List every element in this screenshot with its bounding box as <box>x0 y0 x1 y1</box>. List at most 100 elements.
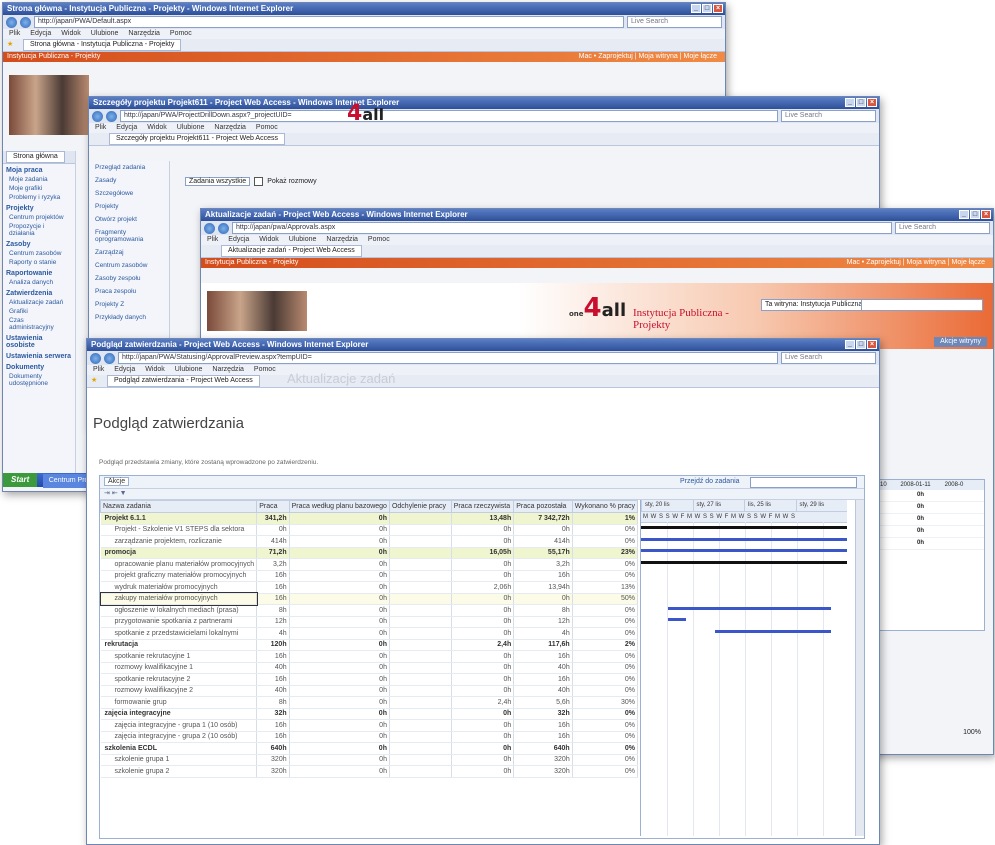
search-input[interactable]: Live Search <box>781 110 876 122</box>
sidebar-heading[interactable]: Ustawienia serwera <box>3 350 75 361</box>
value-cell[interactable]: 0h <box>451 627 515 640</box>
checkbox-show[interactable] <box>254 177 264 186</box>
gantt-bar[interactable] <box>641 560 847 564</box>
value-cell[interactable]: 0h <box>289 616 390 628</box>
gantt-bar[interactable] <box>641 549 847 552</box>
minimize-button[interactable]: _ <box>845 340 855 349</box>
window-title-bar[interactable]: Strona główna - Instytucja Publiczna - P… <box>3 3 725 15</box>
value-cell[interactable]: 0h <box>451 570 515 582</box>
nav-item[interactable]: Zasoby zespołu <box>89 272 169 285</box>
task-name-cell[interactable]: Projekt - Szkolenie V1 STEPS dla sektora <box>100 524 258 536</box>
task-name-cell[interactable]: formowanie grup <box>100 696 258 709</box>
value-cell[interactable]: 0% <box>572 742 638 755</box>
value-cell[interactable]: 55,17h <box>513 547 573 559</box>
value-cell[interactable]: 40h <box>256 685 290 697</box>
value-cell[interactable]: 50% <box>572 593 638 605</box>
table-row[interactable]: rozmowy kwalifikacyjne 2 40h 0h 0h 40h 0% <box>100 685 638 697</box>
task-name-cell[interactable]: opracowanie planu materiałów promocyjnyc… <box>100 558 258 571</box>
address-bar[interactable]: http://japan/PWA/ProjectDrillDown.aspx?_… <box>120 110 778 122</box>
task-name-cell[interactable]: wydruk materiałów promocyjnych <box>100 581 258 594</box>
value-cell[interactable]: 0h <box>289 570 390 582</box>
value-cell[interactable] <box>389 627 452 640</box>
value-cell[interactable]: 0h <box>451 731 515 743</box>
value-cell[interactable]: 120h <box>256 639 290 651</box>
indent-icon[interactable]: ⇥ <box>104 490 110 497</box>
value-cell[interactable]: 32h <box>513 708 573 720</box>
value-cell[interactable] <box>389 742 452 755</box>
value-cell[interactable]: 320h <box>256 765 290 778</box>
value-cell[interactable]: 0h <box>451 650 515 663</box>
value-cell[interactable]: 0h <box>451 754 515 766</box>
value-cell[interactable]: 16h <box>256 581 290 594</box>
maximize-button[interactable]: □ <box>970 210 980 219</box>
value-cell[interactable]: 0h <box>289 512 390 525</box>
task-name-cell[interactable]: projekt graficzny materiałów promocyjnyc… <box>100 570 258 582</box>
column-header[interactable]: Odchylenie pracy <box>388 500 452 513</box>
value-cell[interactable]: 0h <box>513 593 573 605</box>
close-button[interactable]: × <box>867 340 877 349</box>
column-header[interactable]: Praca rzeczywista <box>450 500 515 513</box>
close-button[interactable]: × <box>981 210 991 219</box>
menu-file[interactable]: Plik <box>9 29 20 39</box>
value-cell[interactable]: 2,4h <box>451 696 515 709</box>
value-cell[interactable]: 40h <box>513 685 573 697</box>
vertical-scrollbar[interactable] <box>855 500 864 836</box>
task-name-cell[interactable]: zajęcia integracyjne - grupa 1 (10 osób) <box>100 719 258 732</box>
value-cell[interactable]: 2,06h <box>451 581 515 594</box>
task-name-cell[interactable]: rozmowy kwalifikacyjne 2 <box>100 685 258 697</box>
back-button[interactable] <box>90 352 101 364</box>
value-cell[interactable] <box>389 754 452 766</box>
value-cell[interactable]: 320h <box>513 765 573 778</box>
menu-tools[interactable]: Narzędzia <box>214 123 246 133</box>
value-cell[interactable] <box>389 673 452 686</box>
task-name-cell[interactable]: rekrutacja <box>100 639 258 651</box>
search-input[interactable]: Live Search <box>781 352 876 364</box>
value-cell[interactable]: 40h <box>256 662 290 674</box>
gantt-bar[interactable] <box>667 606 831 610</box>
value-cell[interactable]: 0h <box>256 524 290 536</box>
menu-help[interactable]: Pomoc <box>368 235 390 245</box>
task-name-cell[interactable]: spotkanie rekrutacyjne 2 <box>100 673 258 686</box>
task-name-cell[interactable]: zajęcia integracyjne - grupa 2 (10 osób) <box>100 731 258 743</box>
value-cell[interactable]: 0h <box>289 719 390 732</box>
task-name-cell[interactable]: promocja <box>100 547 258 559</box>
nav-item[interactable]: Projekty <box>89 200 169 213</box>
browser-tab[interactable]: Szczegóły projektu Projekt611 - Project … <box>109 133 285 145</box>
value-cell[interactable] <box>389 524 452 536</box>
status-zoom[interactable]: 100% <box>963 729 981 736</box>
value-cell[interactable]: 1% <box>572 512 638 525</box>
value-cell[interactable]: 0% <box>572 558 638 571</box>
value-cell[interactable] <box>389 616 452 628</box>
table-row[interactable]: spotkanie z przedstawicielami lokalnymi 4… <box>100 627 638 640</box>
menu-favorites[interactable]: Ulubione <box>91 29 119 39</box>
menu-favorites[interactable]: Ulubione <box>289 235 317 245</box>
value-cell[interactable]: 0h <box>289 742 390 755</box>
value-cell[interactable] <box>389 558 452 571</box>
sidebar-heading[interactable]: Raportowanie <box>3 267 75 278</box>
value-cell[interactable]: 0h <box>451 662 515 674</box>
sidebar-heading[interactable]: Ustawienia osobiste <box>3 332 75 350</box>
value-cell[interactable]: 0% <box>572 754 638 766</box>
minimize-button[interactable]: _ <box>845 98 855 107</box>
value-cell[interactable]: 0h <box>451 558 515 571</box>
value-cell[interactable] <box>389 731 452 743</box>
nav-item[interactable]: Przykłady danych <box>89 311 169 324</box>
value-cell[interactable]: 414h <box>256 535 290 548</box>
column-header[interactable]: Nazwa zadania <box>100 500 258 513</box>
menu-tools[interactable]: Narzędzia <box>212 365 244 375</box>
menu-view[interactable]: Widok <box>61 29 80 39</box>
value-cell[interactable]: 0h <box>289 696 390 709</box>
value-cell[interactable] <box>389 639 452 651</box>
value-cell[interactable]: 0h <box>289 754 390 766</box>
gantt-bar[interactable] <box>641 537 847 541</box>
value-cell[interactable] <box>389 765 452 778</box>
value-cell[interactable]: 0h <box>289 581 390 594</box>
column-header[interactable]: Wykonano % pracy <box>571 500 638 513</box>
sidebar-heading[interactable]: Projekty <box>3 202 75 213</box>
value-cell[interactable]: 16h <box>256 650 290 663</box>
task-name-cell[interactable]: spotkanie rekrutacyjne 1 <box>100 650 258 663</box>
task-name-cell[interactable]: przygotowanie spotkania z partnerami <box>100 616 258 628</box>
value-cell[interactable]: 320h <box>256 754 290 766</box>
address-bar[interactable]: http://japan/PWA/Statusing/ApprovalPrevi… <box>118 352 778 364</box>
value-cell[interactable]: 0% <box>572 662 638 674</box>
